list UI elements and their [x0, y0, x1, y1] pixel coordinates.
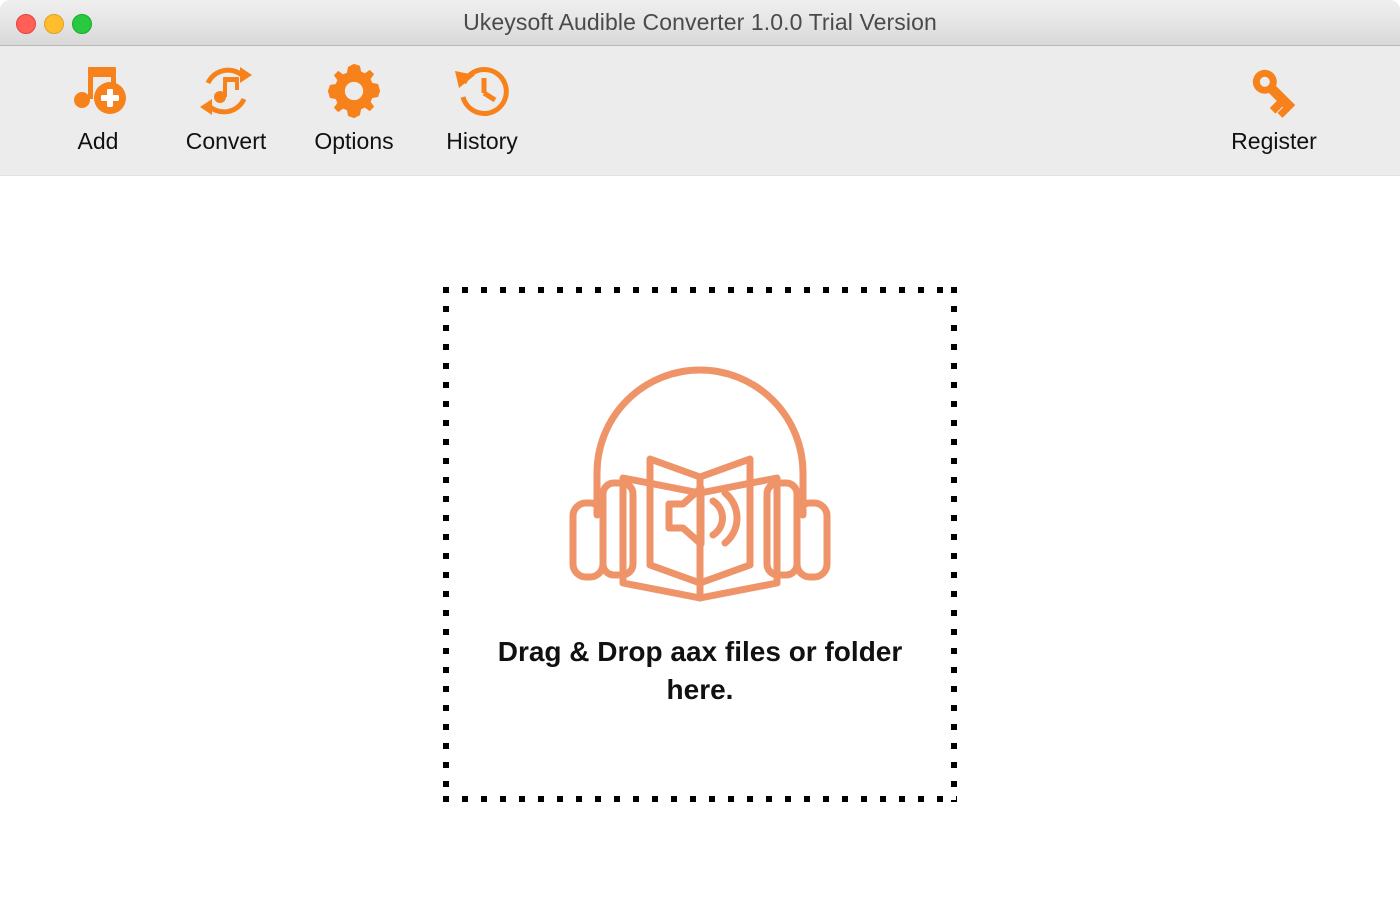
- content-area: Drag & Drop aax files or folder here.: [0, 177, 1400, 920]
- toolbar-button-register-label: Register: [1231, 128, 1317, 154]
- toolbar-button-add[interactable]: Add: [34, 46, 162, 155]
- toolbar-button-convert[interactable]: Convert: [162, 46, 290, 155]
- drop-zone-message: Drag & Drop aax files or folder here.: [485, 633, 915, 708]
- toolbar-right-group: Register: [1210, 46, 1338, 176]
- toolbar-button-options[interactable]: Options: [290, 46, 418, 155]
- key-icon: [1243, 60, 1305, 122]
- convert-refresh-music-icon: [195, 60, 257, 122]
- application-window: Ukeysoft Audible Converter 1.0.0 Trial V…: [0, 0, 1400, 920]
- toolbar: Add Convert Options History Register: [0, 46, 1400, 176]
- title-bar: Ukeysoft Audible Converter 1.0.0 Trial V…: [0, 0, 1400, 46]
- audiobook-headphones-icon: [565, 355, 835, 605]
- toolbar-button-convert-label: Convert: [185, 128, 267, 154]
- clock-history-icon: [451, 60, 513, 122]
- toolbar-button-history[interactable]: History: [418, 46, 546, 155]
- drop-zone-message-line1: Drag & Drop aax files or: [497, 636, 817, 667]
- toolbar-button-options-label: Options: [314, 128, 394, 154]
- toolbar-left-group: Add Convert Options History: [34, 46, 546, 176]
- toolbar-button-add-label: Add: [77, 128, 119, 154]
- gear-icon: [323, 60, 385, 122]
- toolbar-button-register[interactable]: Register: [1210, 46, 1338, 155]
- toolbar-button-history-label: History: [446, 128, 518, 154]
- window-title: Ukeysoft Audible Converter 1.0.0 Trial V…: [463, 9, 937, 35]
- file-drop-zone[interactable]: Drag & Drop aax files or folder here.: [443, 287, 957, 802]
- music-note-add-icon: [67, 60, 129, 122]
